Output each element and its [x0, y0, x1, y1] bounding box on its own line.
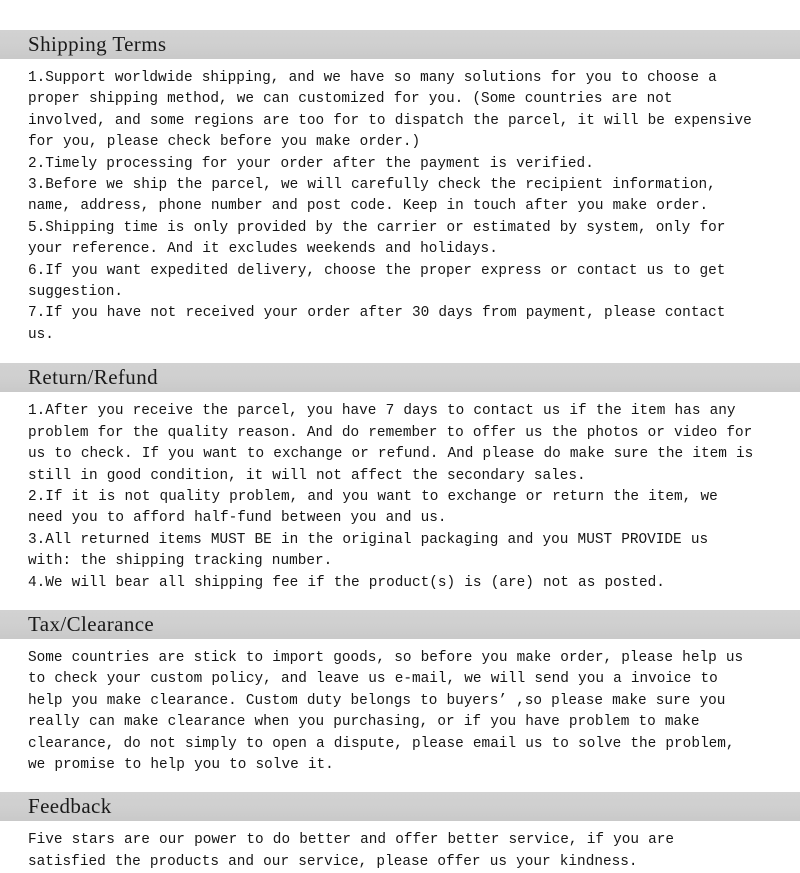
section-heading-tax-clearance: Tax/Clearance: [0, 609, 800, 639]
section-shipping-terms: Shipping Terms 1.Support worldwide shipp…: [0, 30, 800, 357]
section-heading-return-refund: Return/Refund: [0, 363, 800, 393]
section-body-feedback: Five stars are our power to do better an…: [28, 832, 675, 870]
section-heading-shipping-terms: Shipping Terms: [0, 30, 800, 59]
section-body-shipping-terms: 1.Support worldwide shipping, and we hav…: [28, 70, 752, 343]
section-body-tax-clearance: Some countries are stick to import goods…: [28, 649, 744, 773]
section-return-refund: Return/Refund 1.After you receive the pa…: [0, 363, 800, 604]
section-feedback: Feedback Five stars are our power to do …: [0, 792, 800, 873]
section-tax-clearance: Tax/Clearance Some countries are stick t…: [0, 609, 800, 786]
section-heading-feedback: Feedback: [0, 792, 800, 822]
policy-document-page: Shipping Terms 1.Support worldwide shipp…: [0, 30, 800, 870]
section-body-return-refund: 1.After you receive the parcel, you have…: [28, 403, 754, 591]
